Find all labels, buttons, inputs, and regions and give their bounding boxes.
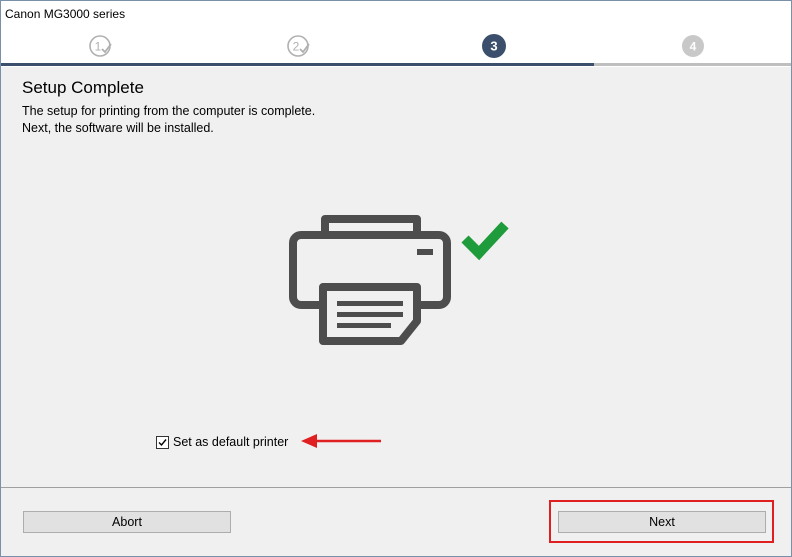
- default-printer-option[interactable]: Set as default printer: [156, 434, 288, 450]
- step-1-number: 1: [95, 40, 102, 54]
- checkmark-icon: [461, 221, 509, 261]
- description-line-2: Next, the software will be installed.: [22, 121, 214, 135]
- step-3-current-icon: 3: [482, 34, 506, 58]
- setup-description: The setup for printing from the computer…: [22, 103, 315, 137]
- step-3-number: 3: [490, 39, 497, 54]
- step-1-done-icon: 1: [89, 35, 112, 57]
- default-printer-checkbox[interactable]: [156, 435, 169, 449]
- window-title: Canon MG3000 series: [5, 7, 126, 21]
- description-line-1: The setup for printing from the computer…: [22, 104, 316, 118]
- default-printer-label[interactable]: Set as default printer: [173, 435, 288, 449]
- progress-line-remaining: [594, 63, 791, 66]
- step-indicator: 1 2 3 4: [1, 28, 791, 67]
- installer-window: Canon MG3000 series 1 2 3 4 Setup Comple…: [0, 0, 792, 557]
- progress-line-complete: [1, 63, 594, 66]
- step-4-number: 4: [690, 40, 697, 54]
- checkbox-check-icon: [158, 438, 167, 446]
- step-2-done-icon: 2: [287, 35, 310, 57]
- page-title: Setup Complete: [22, 78, 144, 97]
- footer-divider: [1, 487, 791, 488]
- title-bar: Canon MG3000 series: [1, 1, 791, 28]
- step-4-upcoming-icon: 4: [682, 35, 704, 57]
- red-arrow-annotation-icon: [301, 434, 381, 448]
- printer-indicator-icon: [417, 249, 433, 255]
- setup-complete-illustration: [289, 215, 509, 345]
- abort-button[interactable]: Abort: [23, 511, 231, 533]
- step-2-number: 2: [293, 40, 300, 54]
- main-content: Setup Complete The setup for printing fr…: [1, 69, 791, 487]
- printed-page-icon: [319, 283, 421, 345]
- next-button-highlight-annotation: [549, 500, 774, 543]
